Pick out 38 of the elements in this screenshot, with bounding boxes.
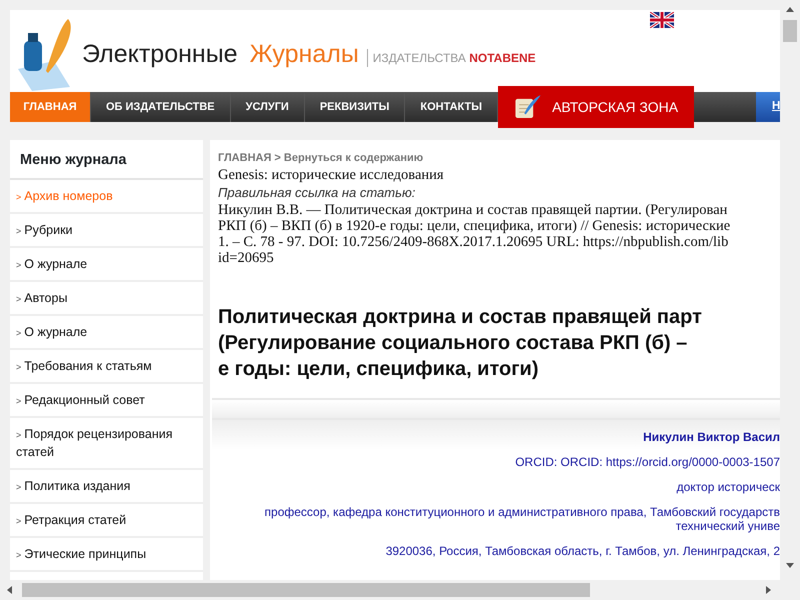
sidebar-title: Меню журнала [10, 140, 203, 180]
sidebar-item[interactable]: > Порядок рецензирования статей [10, 418, 203, 470]
uk-flag-icon[interactable] [650, 12, 674, 28]
breadcrumb-link[interactable]: ГЛАВНАЯ [218, 152, 272, 164]
article-title: е годы: цели, специфика, итоги) [218, 357, 540, 382]
author-position: технический униве [674, 519, 780, 533]
sidebar-item[interactable]: > Рубрики [10, 214, 203, 248]
logo-title-accent: Журналы [250, 39, 359, 70]
citation-text: id=20695 [218, 250, 275, 266]
sidebar-item[interactable]: > Ретракция статей [10, 504, 203, 538]
citation-text: РКП (б) – ВКП (б) в 1920-е годы: цели, специфика, итоги) // Genesis: исторические [218, 218, 732, 234]
breadcrumb-link[interactable]: Вернуться к содержанию [284, 152, 424, 164]
sidebar-item[interactable]: > Требования к статьям [10, 350, 203, 384]
nav-link[interactable]: ОБ ИЗДАТЕЛЬСТВЕ [91, 92, 231, 122]
nav-link[interactable]: Н [756, 92, 780, 122]
author-name: Никулин Виктор Васил [642, 430, 780, 444]
author-address: 3920036, Россия, Тамбовская область, г. Тамбов, ул. Ленинградская, 2 [384, 544, 780, 558]
sidebar-item[interactable]: > Этические принципы [10, 538, 203, 572]
logo-title: Электронные [82, 39, 238, 70]
author-position: профессор, кафедра конституционного и административного права, Тамбовский государств [264, 505, 780, 519]
author-degree: доктор историческ [676, 480, 780, 494]
author-orcid: ORCID: ORCID: https://orcid.org/0000-0003-1507 [514, 455, 780, 469]
sidebar-item[interactable]: > Редакционный совет [10, 384, 203, 418]
citation-text: 1. – С. 78 - 97. DOI: 10.7256/2409-868X.2017.1.20695 URL: https://nbpublish.com/lib [218, 234, 730, 250]
article-title: (Регулирование социального состава РКП (б) – [218, 331, 688, 356]
sidebar-item[interactable]: > Политика издания [10, 470, 203, 504]
nav-link[interactable]: РЕКВИЗИТЫ [304, 92, 406, 122]
sidebar-item[interactable]: > О журнале [10, 248, 203, 282]
sidebar-item[interactable]: > Авторы [10, 282, 203, 316]
nav-link[interactable]: УСЛУГИ [230, 92, 305, 122]
breadcrumb-separator: > [273, 152, 282, 164]
article-title: Политическая доктрина и состав правящей парт [218, 305, 703, 330]
citation-text: Никулин В.В. — Политическая доктрина и состав правящей партии. (Регулирован [218, 202, 728, 218]
sidebar-item[interactable]: > О журнале [10, 316, 203, 350]
author-zone-button[interactable]: АВТОРСКАЯ ЗОНА [498, 86, 694, 128]
citation-label: Правильная ссылка на статью: [218, 184, 416, 202]
publisher-label: ИЗДАТЕЛЬСТВА NOTABENE [366, 49, 536, 67]
journal-name: Genesis: исторические исследования [218, 166, 445, 182]
